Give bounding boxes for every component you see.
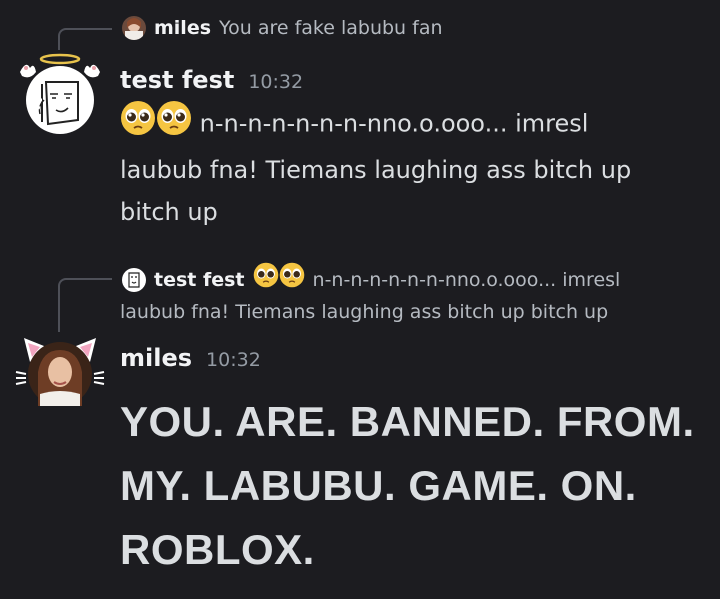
timestamp[interactable]: 10:32 [248,71,303,93]
message-text-line: n-n-n-n-n-n-n-nno.o.ooo... imresl [199,109,589,138]
heading-line: MY. LABUBU. GAME. ON. [120,462,637,509]
avatar[interactable] [16,50,104,142]
reply-text-line: n-n-n-n-n-n-n-nno.o.ooo... imresl [312,268,621,291]
timestamp[interactable]: 10:32 [206,349,261,371]
reply-text-line: laubub fna! Tiemans laughing ass bitch u… [120,301,609,323]
reply-connector [58,278,112,332]
test-fest-mini-avatar [122,267,146,292]
reply-preview[interactable]: test fest n-n-n-n-n-n-n-nno.o.ooo... imr… [120,262,712,327]
angel-doodle-avatar [20,53,100,134]
miles-mini-avatar [122,16,146,40]
reply-text: You are fake labubu fan [219,17,443,39]
pleading-face-emoji[interactable] [156,100,192,149]
message-header: test fest 10:32 [120,66,303,94]
reply-author[interactable]: test fest [154,265,245,295]
message-content: n-n-n-n-n-n-n-nno.o.ooo... imresl laubub… [120,100,631,233]
message-heading: YOU. ARE. BANNED. FROM. MY. LABUBU. GAME… [120,390,695,582]
message-header: miles 10:32 [120,344,261,372]
reply-author[interactable]: miles [154,17,211,39]
pleading-face-emoji[interactable] [120,100,156,149]
reply-connector [58,28,112,50]
heading-line: ROBLOX. [120,526,315,573]
message-text-line: laubub fna! Tiemans laughing ass bitch u… [120,156,632,184]
reply-preview[interactable]: miles You are fake labubu fan [122,16,443,40]
pleading-face-emoji [279,262,305,297]
heading-line: YOU. ARE. BANNED. FROM. [120,398,695,445]
chat-log: miles You are fake labubu fan test fest … [0,0,720,599]
message-text-line: bitch up [120,198,218,226]
pleading-face-emoji [253,262,279,297]
author-name[interactable]: test fest [120,66,234,94]
cat-ears-photo-avatar [15,338,105,406]
author-name[interactable]: miles [120,344,192,372]
avatar[interactable] [14,332,106,416]
